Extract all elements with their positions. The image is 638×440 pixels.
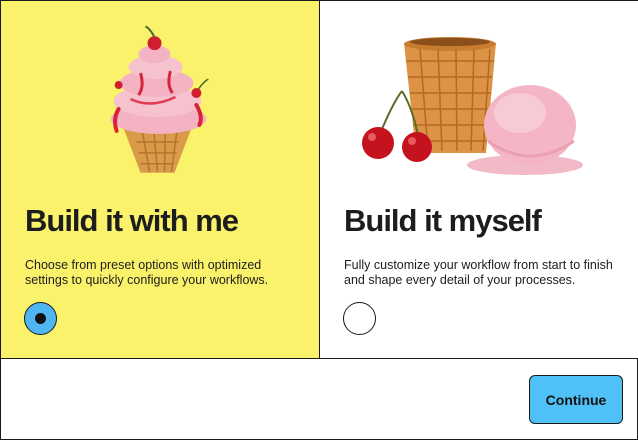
option-description: Choose from preset options with optimize… (25, 258, 269, 287)
option-card-build-with-me[interactable]: Build it with me Choose from preset opti… (1, 1, 320, 358)
dialog-frame: Build it with me Choose from preset opti… (0, 0, 638, 440)
radio-selected-dot (35, 313, 46, 324)
ice-cream-cone-swirl-icon (110, 25, 209, 173)
option-title: Build it myself (344, 203, 542, 238)
continue-button[interactable]: Continue (529, 375, 623, 424)
footer-bar: Continue (1, 359, 638, 440)
option-cards: Build it with me Choose from preset opti… (1, 1, 638, 359)
option-description: Fully customize your workflow from start… (344, 258, 613, 287)
empty-cone-cherries-scoop-icon (362, 37, 583, 175)
option-title: Build it with me (25, 203, 239, 238)
radio-build-with-me[interactable] (24, 302, 57, 335)
option-card-build-myself[interactable]: Build it myself Fully customize your wor… (320, 1, 638, 358)
radio-build-myself[interactable] (343, 302, 376, 335)
